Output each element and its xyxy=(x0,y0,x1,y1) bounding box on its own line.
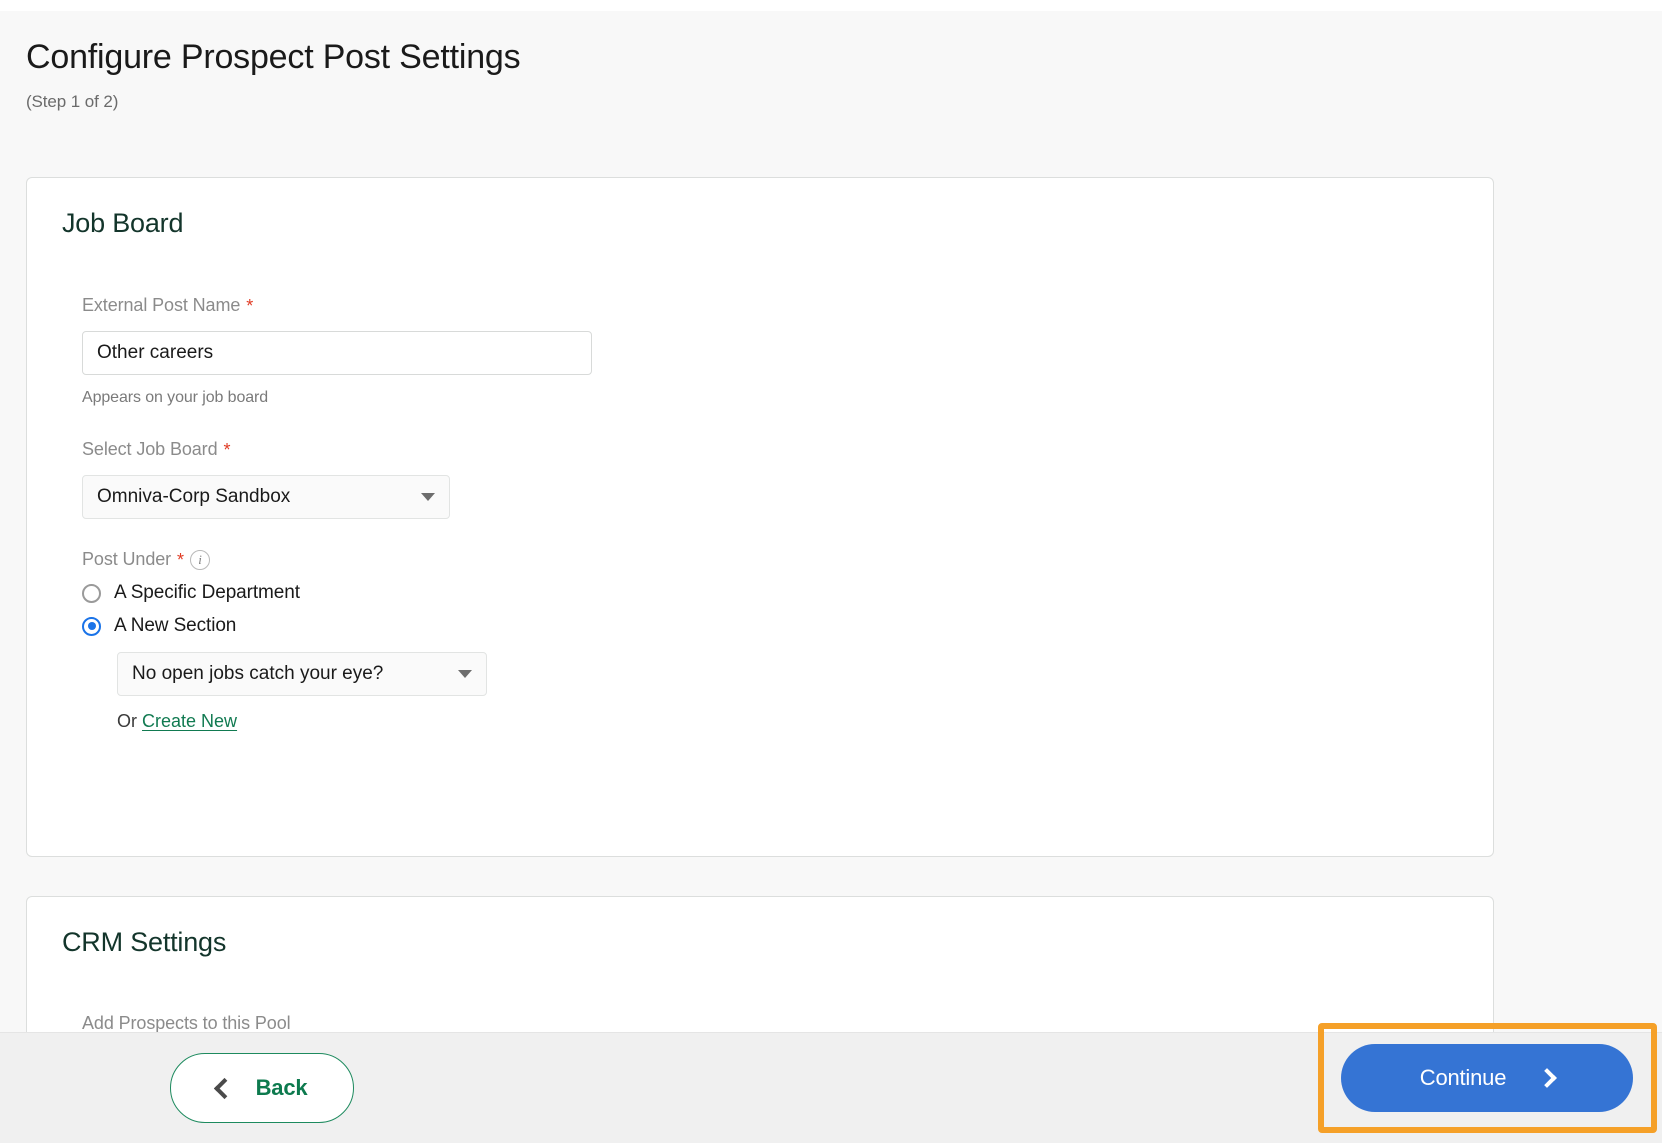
required-asterisk: * xyxy=(246,295,254,316)
select-job-board-dropdown[interactable]: Omniva-Corp Sandbox xyxy=(82,475,450,519)
crm-settings-card-title: CRM Settings xyxy=(62,927,227,957)
add-prospects-pool-label: Add Prospects to this Pool xyxy=(82,1013,1493,1034)
external-post-name-label: External Post Name * xyxy=(82,295,1493,316)
continue-button-label: Continue xyxy=(1419,1065,1507,1090)
page-header: Configure Prospect Post Settings (Step 1… xyxy=(0,11,1662,112)
job-board-card: Job Board External Post Name * Other car… xyxy=(26,177,1494,857)
chevron-right-icon xyxy=(1537,1068,1558,1088)
create-new-row: Or Create New xyxy=(117,711,1493,732)
external-post-name-label-text: External Post Name xyxy=(82,295,241,315)
page-root: Configure Prospect Post Settings (Step 1… xyxy=(0,11,1662,1143)
step-indicator: (Step 1 of 2) xyxy=(26,91,119,111)
post-under-label-text: Post Under xyxy=(82,549,172,569)
required-asterisk: * xyxy=(223,439,231,460)
back-button-label: Back xyxy=(255,1075,308,1100)
select-job-board-value: Omniva-Corp Sandbox xyxy=(97,486,291,507)
radio-indicator xyxy=(82,583,101,603)
new-section-value: No open jobs catch your eye? xyxy=(132,663,384,684)
job-board-card-body: External Post Name * Other careers Appea… xyxy=(27,295,1493,732)
page-title: Configure Prospect Post Settings xyxy=(26,38,521,76)
chevron-left-icon xyxy=(213,1077,235,1099)
external-post-name-input[interactable]: Other careers xyxy=(82,331,592,375)
create-new-link[interactable]: Create New xyxy=(142,711,237,731)
radio-option-new-section[interactable]: A New Section xyxy=(82,615,1493,637)
back-button[interactable]: Back xyxy=(170,1053,354,1123)
external-post-name-help: Appears on your job board xyxy=(82,389,269,406)
job-board-card-title: Job Board xyxy=(62,208,184,238)
continue-button[interactable]: Continue xyxy=(1341,1044,1633,1112)
radio-label-new-section: A New Section xyxy=(114,615,237,636)
required-asterisk: * xyxy=(177,549,184,570)
radio-indicator-selected xyxy=(82,616,101,636)
external-post-name-value: Other careers xyxy=(97,342,214,363)
or-prefix-text: Or xyxy=(117,711,137,731)
select-job-board-label-text: Select Job Board xyxy=(82,439,218,459)
radio-label-specific-department: A Specific Department xyxy=(114,582,300,603)
chevron-down-icon xyxy=(421,493,435,501)
select-job-board-label: Select Job Board * xyxy=(82,439,1493,460)
info-icon[interactable]: i xyxy=(189,549,210,570)
external-post-name-field: External Post Name * Other careers Appea… xyxy=(82,295,1493,407)
new-section-subgroup: No open jobs catch your eye? xyxy=(117,637,1493,696)
post-under-label: Post Under * i xyxy=(82,549,1493,570)
chevron-down-icon xyxy=(458,670,472,678)
select-job-board-field: Select Job Board * Omniva-Corp Sandbox xyxy=(82,439,1493,519)
radio-option-specific-department[interactable]: A Specific Department xyxy=(82,582,1493,604)
crm-settings-card-body: Add Prospects to this Pool xyxy=(27,1013,1493,1034)
post-under-field: Post Under * i A Specific Department A N… xyxy=(82,549,1493,732)
new-section-dropdown[interactable]: No open jobs catch your eye? xyxy=(117,652,487,696)
add-prospects-pool-label-text: Add Prospects to this Pool xyxy=(82,1013,291,1033)
